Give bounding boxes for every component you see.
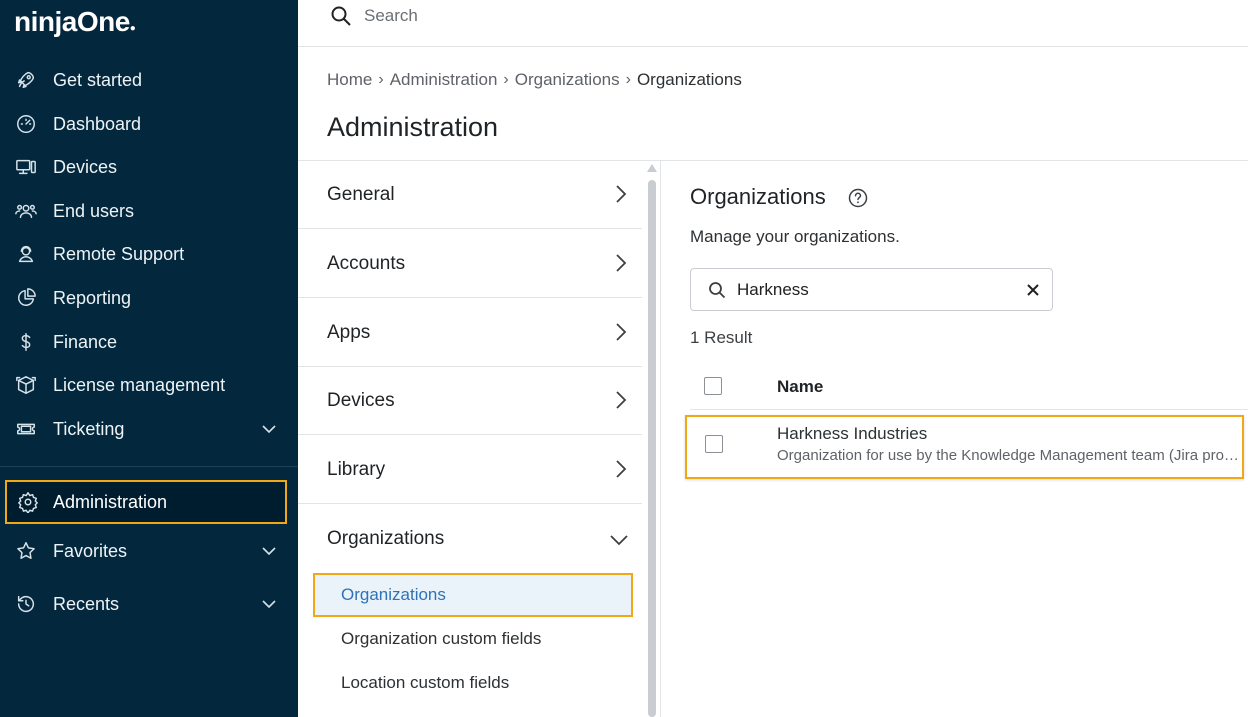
submenu-item-organization-custom-fields[interactable]: Organization custom fields	[341, 629, 541, 649]
chevron-right-icon	[612, 183, 630, 205]
content-title: Organizations	[690, 184, 826, 209]
global-search-input[interactable]	[364, 2, 864, 30]
sidebar-item-end-users[interactable]: End users	[0, 191, 298, 231]
menu-item-devices[interactable]: Devices	[298, 367, 642, 435]
sidebar-divider	[0, 466, 298, 467]
menu-item-library[interactable]: Library	[298, 436, 642, 504]
history-icon	[14, 592, 38, 616]
menu-item-label: Accounts	[327, 253, 406, 274]
sidebar-item-label: Dashboard	[53, 113, 142, 134]
close-icon[interactable]	[1023, 280, 1043, 300]
menu-item-label: Library	[327, 459, 386, 480]
sidebar-item-label: License management	[53, 374, 226, 395]
sidebar-item-label: Remote Support	[53, 243, 185, 264]
chevron-down-icon[interactable]	[259, 541, 279, 561]
organization-description: Organization for use by the Knowledge Ma…	[777, 447, 1242, 464]
column-header-name[interactable]: Name	[777, 377, 823, 397]
ticket-icon	[14, 417, 38, 441]
breadcrumb-current: Organizations	[636, 70, 742, 89]
breadcrumb: Home › Administration › Organizations › …	[327, 70, 742, 90]
menu-divider	[660, 161, 661, 717]
organization-search-box	[690, 268, 1053, 311]
sidebar-item-reporting[interactable]: Reporting	[0, 278, 298, 318]
sidebar-item-label: Get started	[53, 69, 143, 90]
menu-scrollbar[interactable]	[646, 162, 658, 717]
breadcrumb-separator: ›	[378, 71, 384, 88]
chevron-right-icon	[612, 458, 630, 480]
sidebar-item-favorites[interactable]: Favorites	[0, 531, 298, 571]
scrollbar-thumb[interactable]	[648, 180, 656, 717]
menu-item-label: Devices	[327, 390, 395, 411]
sidebar-item-devices[interactable]: Devices	[0, 147, 298, 187]
organization-search-input[interactable]	[737, 277, 1007, 303]
chevron-right-icon	[612, 252, 630, 274]
chevron-right-icon	[612, 389, 630, 411]
submenu-item-label: Organizations	[341, 585, 446, 604]
star-icon	[14, 539, 38, 563]
organization-name[interactable]: Harkness Industries	[777, 424, 927, 444]
global-search-bar	[298, 0, 1248, 47]
devices-icon	[14, 155, 38, 179]
sidebar-item-label: Reporting	[53, 287, 132, 308]
menu-item-organizations[interactable]: Organizations	[298, 505, 642, 573]
sidebar-item-get-started[interactable]: Get started	[0, 60, 298, 100]
breadcrumb-home[interactable]: Home	[327, 70, 372, 90]
sidebar-item-label: Finance	[53, 331, 118, 352]
rocket-icon	[14, 68, 38, 92]
sidebar-item-label: Favorites	[53, 540, 128, 561]
box-icon	[14, 373, 38, 397]
menu-item-apps[interactable]: Apps	[298, 299, 642, 367]
sidebar-item-label: Devices	[53, 156, 118, 177]
gauge-icon	[14, 112, 38, 136]
breadcrumb-administration[interactable]: Administration	[390, 70, 498, 90]
select-all-checkbox[interactable]	[704, 377, 722, 395]
menu-item-general[interactable]: General	[298, 161, 642, 229]
sidebar: ninjaOne● Get started Dashboard Devices …	[0, 0, 298, 717]
help-icon[interactable]	[848, 188, 868, 208]
sidebar-item-label: Administration	[53, 491, 168, 512]
menu-item-label: General	[327, 184, 395, 205]
sidebar-item-remote-support[interactable]: Remote Support	[0, 234, 298, 274]
sidebar-item-dashboard[interactable]: Dashboard	[0, 104, 298, 144]
table-row[interactable]: Harkness Industries Organization for use…	[685, 415, 1244, 479]
dollar-icon	[14, 330, 38, 354]
chevron-down-icon[interactable]	[259, 594, 279, 614]
sidebar-item-label: Ticketing	[53, 418, 125, 439]
chevron-down-icon[interactable]	[259, 419, 279, 439]
scroll-up-arrow[interactable]	[647, 164, 657, 172]
submenu-item-location-custom-fields[interactable]: Location custom fields	[341, 673, 509, 693]
sidebar-item-ticketing[interactable]: Ticketing	[0, 409, 298, 449]
content-subtitle: Manage your organizations.	[690, 227, 900, 246]
menu-item-label: Organizations	[327, 528, 445, 549]
sidebar-item-license-management[interactable]: License management	[0, 365, 298, 405]
search-icon	[707, 280, 727, 300]
row-checkbox[interactable]	[705, 435, 723, 453]
headset-icon	[14, 242, 38, 266]
sidebar-item-recents[interactable]: Recents	[0, 584, 298, 624]
breadcrumb-separator: ›	[503, 71, 509, 88]
result-count: 1 Result	[690, 328, 753, 347]
sidebar-item-label: End users	[53, 200, 135, 221]
menu-item-accounts[interactable]: Accounts	[298, 230, 642, 298]
users-icon	[14, 199, 38, 223]
submenu-item-organizations[interactable]: Organizations	[313, 573, 633, 617]
sidebar-item-administration[interactable]: Administration	[5, 480, 287, 524]
pie-chart-icon	[14, 286, 38, 310]
sidebar-item-finance[interactable]: Finance	[0, 322, 298, 362]
sidebar-item-label: Recents	[53, 593, 120, 614]
page-title: Administration	[327, 112, 499, 142]
chevron-down-icon	[608, 531, 630, 549]
ninjaone-logo[interactable]: ninjaOne●	[14, 6, 136, 38]
chevron-right-icon	[612, 321, 630, 343]
search-icon[interactable]	[329, 4, 353, 28]
breadcrumb-organizations[interactable]: Organizations	[515, 70, 620, 90]
table-header: Name	[690, 362, 1248, 410]
menu-item-label: Apps	[327, 322, 371, 343]
breadcrumb-separator: ›	[625, 71, 631, 88]
gear-icon	[16, 490, 40, 514]
